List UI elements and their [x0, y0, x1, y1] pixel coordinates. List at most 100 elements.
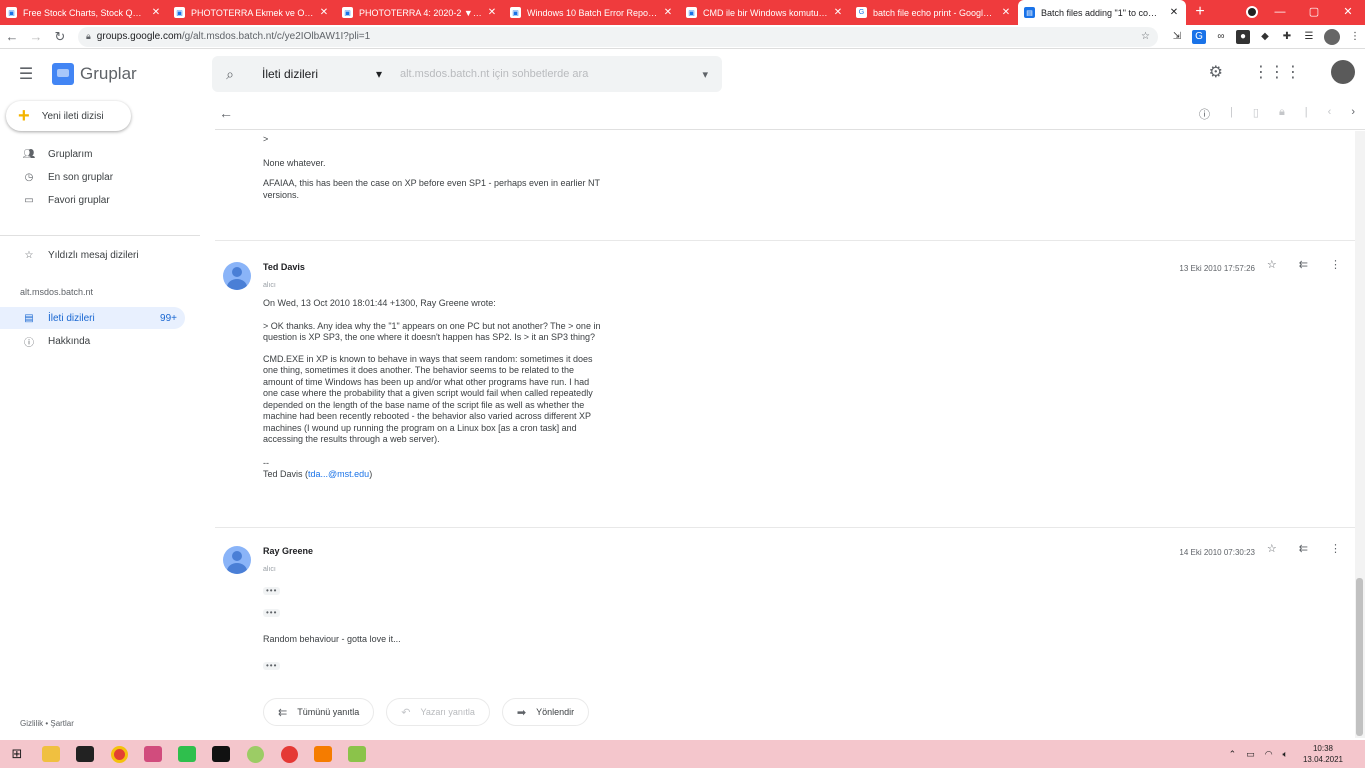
more-vert-icon[interactable]: ⋮: [1330, 259, 1341, 272]
address-bar[interactable]: 🔒︎ groups.google.com/g/alt.msdos.batch.n…: [78, 26, 1158, 47]
group-name-heading[interactable]: alt.msdos.batch.nt: [20, 287, 93, 297]
apps-grid-icon[interactable]: ⋮⋮⋮: [1253, 62, 1301, 82]
separator: |: [1230, 106, 1233, 118]
sidebar-item-starred-threads[interactable]: ☆ Yıldızlı mesaj dizileri: [0, 244, 185, 266]
profile-avatar[interactable]: [1324, 28, 1340, 45]
volume-icon[interactable]: 🔈︎: [1283, 749, 1288, 760]
browser-tab[interactable]: ▣ Free Stock Charts, Stock Quote ✕: [0, 0, 168, 25]
close-tab-icon[interactable]: ✕: [486, 7, 498, 18]
menu-icon[interactable]: ☰: [0, 64, 52, 84]
forward-button[interactable]: ➡ Yönlendir: [501, 698, 590, 726]
dropdown-arrow-icon[interactable]: ▾: [702, 68, 708, 81]
sidebar-item-about[interactable]: ⓘ Hakkında: [0, 330, 185, 352]
extension-icon[interactable]: ●: [1236, 29, 1250, 44]
sidebar-item-recent-groups[interactable]: ◷ En son gruplar: [0, 166, 185, 188]
search-scope-dropdown[interactable]: İleti dizileri ▾: [248, 67, 388, 81]
media-player-icon[interactable]: [272, 740, 306, 768]
chevron-up-icon[interactable]: ⌃: [1229, 749, 1237, 760]
app-green-icon[interactable]: [170, 740, 204, 768]
back-arrow-icon[interactable]: ←: [0, 29, 24, 44]
close-tab-icon[interactable]: ✕: [150, 7, 162, 18]
account-avatar[interactable]: [1331, 60, 1355, 84]
search-bar: ⌕ İleti dizileri ▾ alt.msdos.batch.nt içi…: [212, 56, 722, 92]
translate-extension-icon[interactable]: G: [1192, 29, 1206, 44]
message-ted-davis: Ted Davis alıcı 13 Eki 2010 17:57:26 ☆ ⇇…: [215, 255, 1355, 525]
new-thread-button[interactable]: + Yeni ileti dizisi: [6, 101, 131, 131]
message-author[interactable]: Ted Davis: [263, 262, 305, 274]
tab-favicon-icon: ▣: [342, 7, 353, 18]
extensions-puzzle-icon[interactable]: ✚: [1280, 30, 1294, 44]
browser-toolbar: ← → ↻ 🔒︎ groups.google.com/g/alt.msdos.b…: [0, 25, 1365, 49]
lock-icon[interactable]: 🔒︎: [1279, 106, 1285, 122]
browser-tab[interactable]: Gbatch file echo print - Google'da ✕: [850, 0, 1018, 25]
windows-start-icon[interactable]: ⊞: [0, 746, 34, 762]
app-green-circle-icon[interactable]: [238, 740, 272, 768]
plus-icon: +: [18, 104, 30, 127]
footer-links[interactable]: Gizlilik • Şartlar: [20, 719, 74, 728]
delete-icon[interactable]: ▯: [1253, 106, 1259, 122]
sidebar-item-threads[interactable]: ▤ İleti dizileri 99+: [0, 307, 185, 329]
sidebar-item-my-groups[interactable]: 👥︎ Gruplarım: [0, 143, 185, 165]
close-tab-icon[interactable]: ✕: [1168, 7, 1180, 18]
browser-tab-active[interactable]: ▤ Batch files adding "1" to comma... ✕: [1018, 0, 1186, 25]
settings-gear-icon[interactable]: ⚙: [1209, 62, 1223, 82]
command-prompt-icon[interactable]: [204, 740, 238, 768]
terminal-app-icon[interactable]: [68, 740, 102, 768]
bookmark-star-icon[interactable]: ☆: [1141, 31, 1150, 42]
reply-all-button[interactable]: ⇇ Tümünü yanıtla: [263, 698, 375, 726]
new-tab-button[interactable]: +: [1186, 0, 1214, 25]
scrollbar-thumb[interactable]: [1356, 578, 1363, 736]
reply-author-button[interactable]: ↶ Yazarı yanıtla: [386, 698, 490, 726]
previous-thread-icon[interactable]: ‹: [1328, 106, 1332, 122]
reload-icon[interactable]: ↻: [48, 29, 72, 45]
email-link[interactable]: tda...@mst.edu: [308, 469, 369, 479]
browser-tab[interactable]: ▣PHOTOTERRA 4: 2020-2 ▼  | 300✕: [336, 0, 504, 25]
message-recipient: alıcı: [263, 282, 276, 289]
close-tab-icon[interactable]: ✕: [662, 7, 674, 18]
browser-tab[interactable]: ▣ Windows 10 Batch Error Repor... ✕: [504, 0, 680, 25]
minimize-icon[interactable]: —: [1263, 0, 1297, 25]
close-tab-icon[interactable]: ✕: [1000, 7, 1012, 18]
close-tab-icon[interactable]: ✕: [832, 7, 844, 18]
sublime-text-icon[interactable]: [306, 740, 340, 768]
tab-favicon-icon: ▣: [6, 7, 17, 18]
taskbar-clock[interactable]: 10:38 13.04.2021: [1303, 743, 1343, 765]
show-trimmed-content-button[interactable]: •••: [263, 608, 281, 617]
notepad-icon[interactable]: [340, 740, 374, 768]
star-icon[interactable]: ☆: [1267, 543, 1277, 556]
tab-search-icon[interactable]: [1246, 6, 1258, 18]
file-explorer-icon[interactable]: [34, 740, 68, 768]
search-icon[interactable]: ⌕: [212, 66, 248, 83]
reply-all-icon[interactable]: ⇇: [1299, 543, 1308, 556]
reading-list-icon[interactable]: ☰: [1302, 30, 1316, 44]
chrome-icon[interactable]: [102, 740, 136, 768]
battery-icon[interactable]: ▭: [1246, 749, 1255, 760]
message-author[interactable]: Ray Greene: [263, 546, 313, 558]
show-trimmed-content-button[interactable]: •••: [263, 587, 281, 595]
browser-menu-icon[interactable]: ⋮: [1348, 30, 1362, 44]
back-arrow-icon[interactable]: ←: [219, 105, 245, 121]
extension-icon[interactable]: ∞: [1214, 30, 1228, 44]
report-icon[interactable]: ⓘ: [1199, 106, 1210, 122]
next-thread-icon[interactable]: ›: [1351, 106, 1355, 122]
star-icon[interactable]: ☆: [1267, 259, 1277, 272]
forward-arrow-icon[interactable]: →: [24, 29, 48, 44]
show-trimmed-content-button[interactable]: •••: [263, 661, 281, 670]
extension-icon[interactable]: ◆: [1258, 30, 1272, 44]
browser-tab[interactable]: ▣ PHOTOTERRA Ekmek ve Oyun... ✕: [168, 0, 336, 25]
sidebar-item-favorite-groups[interactable]: ▭ Favori gruplar: [0, 189, 185, 211]
reply-all-icon[interactable]: ⇇: [1299, 259, 1308, 272]
close-window-icon[interactable]: ✕: [1331, 0, 1365, 25]
search-input[interactable]: alt.msdos.batch.nt için sohbetlerde ara ▾: [388, 68, 722, 81]
browser-tab[interactable]: ▣ CMD ile bir Windows komutunu... ✕: [680, 0, 850, 25]
message-body: ••• ••• Random behaviour - gotta love it…: [263, 586, 401, 670]
sidebar: + Yeni ileti dizisi 👥︎ Gruplarım ◷ En son g…: [0, 97, 200, 738]
more-vert-icon[interactable]: ⋮: [1330, 543, 1341, 556]
groups-logo[interactable]: Gruplar: [52, 62, 212, 85]
snipping-tool-icon[interactable]: [136, 740, 170, 768]
extension-icon[interactable]: ⇲: [1170, 30, 1184, 44]
network-icon[interactable]: ◠: [1265, 749, 1273, 760]
maximize-icon[interactable]: ▢: [1297, 0, 1331, 25]
message-divider: [215, 240, 1355, 241]
close-tab-icon[interactable]: ✕: [318, 7, 330, 18]
